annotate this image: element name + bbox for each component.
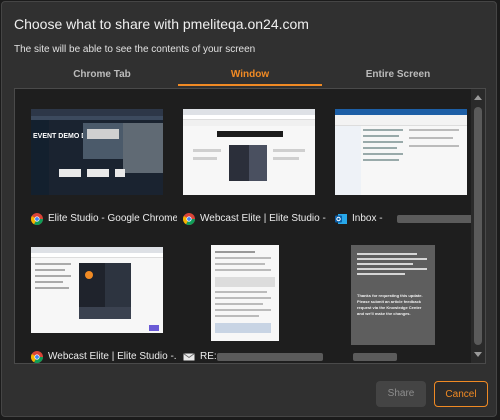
window-card-document[interactable]: Thanks for requesting this update. Pleas…: [329, 235, 481, 363]
window-caption: Webcast Elite | Elite Studio - I...: [183, 213, 329, 227]
window-caption: Inbox -: [335, 213, 481, 227]
scrollbar-thumb[interactable]: [474, 107, 482, 345]
window-grid: EVENT DEMO D Elite Studio - Google Chrom…: [14, 88, 486, 364]
event-demo-text: EVENT DEMO D: [33, 133, 87, 140]
doc-line: and we'll make the changes.: [357, 311, 411, 316]
redacted-text: [217, 353, 323, 361]
share-button[interactable]: Share: [376, 381, 426, 407]
window-caption: [335, 351, 481, 363]
email-icon: [183, 351, 195, 363]
window-thumbnail: [183, 109, 315, 195]
chrome-icon: [31, 213, 43, 226]
window-card-webcast-elite[interactable]: Webcast Elite | Elite Studio - I...: [177, 97, 329, 235]
window-title: Webcast Elite | Elite Studio - I...: [200, 213, 329, 224]
chrome-icon: [31, 351, 43, 363]
window-caption: Elite Studio - Google Chrome: [31, 213, 177, 227]
window-icon: [335, 351, 347, 363]
window-card-webcast-elite-2[interactable]: Webcast Elite | Elite Studio -...: [25, 235, 177, 363]
window-title: RE:: [200, 351, 217, 362]
share-dialog: Choose what to share with pmeliteqa.on24…: [1, 1, 497, 417]
dialog-title: Choose what to share with pmeliteqa.on24…: [14, 16, 309, 32]
tab-window[interactable]: Window: [178, 64, 322, 86]
cancel-button[interactable]: Cancel: [434, 381, 488, 407]
doc-message: Thanks for requesting this update. Pleas…: [357, 293, 433, 317]
redacted-text: [353, 353, 397, 361]
window-thumbnail: [211, 245, 279, 341]
tab-entire-screen[interactable]: Entire Screen: [326, 64, 470, 86]
scroll-down-arrow-icon[interactable]: [474, 352, 482, 357]
dialog-subtitle: The site will be able to see the content…: [14, 44, 256, 55]
window-thumbnail: EVENT DEMO D: [31, 109, 163, 195]
chrome-icon: [183, 213, 195, 226]
outlook-icon: [335, 213, 347, 225]
window-title: Webcast Elite | Elite Studio -...: [48, 351, 177, 362]
window-title: Elite Studio - Google Chrome: [48, 213, 177, 224]
source-tabs: Chrome Tab Window Entire Screen: [14, 64, 486, 86]
vertical-scrollbar[interactable]: [471, 89, 485, 363]
scroll-up-arrow-icon[interactable]: [474, 95, 482, 100]
window-thumbnail: [335, 109, 467, 195]
window-caption: RE:: [183, 351, 329, 363]
window-thumbnail: Thanks for requesting this update. Pleas…: [351, 245, 435, 345]
redacted-text: [397, 215, 481, 223]
window-card-elite-studio[interactable]: EVENT DEMO D Elite Studio - Google Chrom…: [25, 97, 177, 235]
tab-chrome-tab[interactable]: Chrome Tab: [30, 64, 174, 86]
window-title: Inbox -: [352, 213, 383, 224]
window-card-inbox[interactable]: Inbox -: [329, 97, 481, 235]
window-card-email[interactable]: RE:: [177, 235, 329, 363]
window-caption: Webcast Elite | Elite Studio -...: [31, 351, 177, 363]
window-thumbnail: [31, 247, 163, 333]
